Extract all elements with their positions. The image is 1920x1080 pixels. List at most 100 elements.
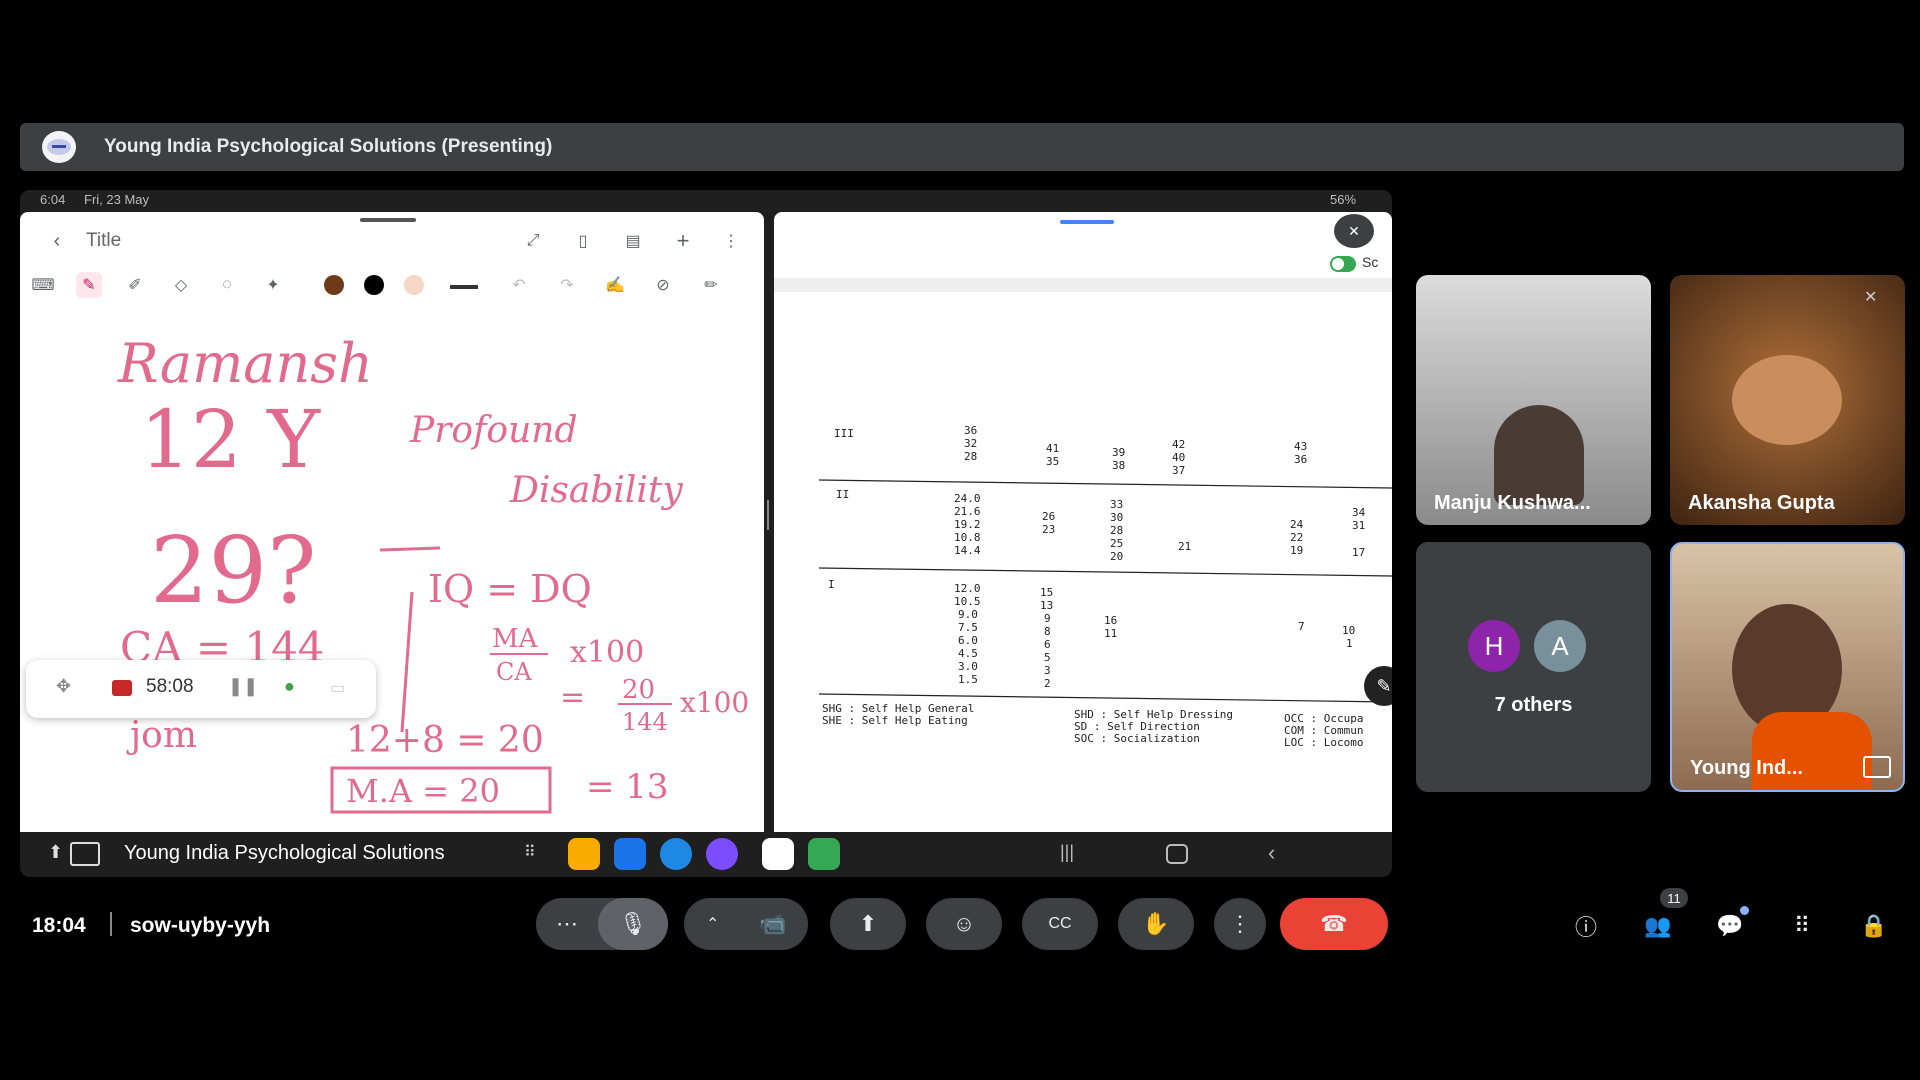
- ink-eq-x100: x100: [680, 686, 749, 719]
- notes-app-pane: ‹ Title ⤢ ▯ ▤ + ⋮ ⌨ ✎ ✐ ◇ ◌ ✦ ↶ ↷ ✍ ⊘ ✏ …: [20, 212, 764, 832]
- participant-silhouette: [1494, 405, 1584, 505]
- eraser-icon[interactable]: ◇: [168, 272, 194, 298]
- people-icon[interactable]: 👥: [1640, 908, 1676, 944]
- captions-icon[interactable]: CC: [1022, 898, 1098, 950]
- book-icon[interactable]: ▯: [570, 228, 596, 254]
- pin-icon[interactable]: ⬆: [48, 842, 63, 863]
- lasso-icon[interactable]: ◌: [214, 272, 240, 298]
- share-screen-small-icon[interactable]: [70, 842, 100, 866]
- color-brown[interactable]: [324, 275, 344, 295]
- svg-text:35: 35: [1046, 455, 1059, 468]
- stop-record-icon[interactable]: [112, 680, 132, 696]
- note-title[interactable]: Title: [86, 230, 121, 252]
- magic-icon[interactable]: ✦: [260, 272, 286, 298]
- shape-tool-icon[interactable]: ⊘: [650, 272, 676, 298]
- end-call-icon[interactable]: ☎: [1280, 898, 1388, 950]
- camera-options-icon[interactable]: ⌃: [706, 914, 719, 934]
- svg-text:36: 36: [1294, 453, 1307, 466]
- play-store-app-icon[interactable]: [762, 838, 794, 870]
- participant-tile-others[interactable]: H A 7 others: [1416, 542, 1651, 792]
- keyboard-icon[interactable]: ⌨: [30, 272, 56, 298]
- back-icon[interactable]: ‹: [1268, 840, 1275, 866]
- undo-icon[interactable]: ↶: [506, 272, 532, 298]
- mic-group: ⋯ 🎙: [536, 898, 668, 950]
- legend-8: LOC : Locomo: [1284, 736, 1363, 749]
- text-tool-icon[interactable]: ✍: [602, 272, 628, 298]
- more-mic-options-icon[interactable]: ⋯: [556, 911, 578, 937]
- drag-handle[interactable]: [360, 218, 416, 222]
- pen-icon[interactable]: ✎: [76, 272, 102, 298]
- camera-icon[interactable]: 📹: [738, 898, 808, 950]
- host-controls-icon[interactable]: 🔒: [1856, 908, 1892, 944]
- pages-icon[interactable]: ▤: [620, 228, 646, 254]
- meeting-code[interactable]: sow-uyby-yyh: [130, 914, 270, 938]
- participant-tile-manju[interactable]: Manju Kushwa...: [1416, 275, 1651, 525]
- svg-text:15: 15: [1040, 586, 1053, 599]
- files-app-icon[interactable]: [568, 838, 600, 870]
- svg-text:9.0: 9.0: [958, 608, 978, 621]
- raise-hand-icon[interactable]: ✋: [1118, 898, 1194, 950]
- mic-icon[interactable]: 🎙: [598, 898, 668, 950]
- svg-text:1: 1: [1346, 637, 1353, 650]
- svg-text:32: 32: [964, 437, 977, 450]
- ink-partial: jom: [126, 715, 197, 756]
- highlighter-icon[interactable]: ✐: [122, 272, 148, 298]
- pip-icon[interactable]: [1863, 756, 1891, 778]
- tablet-status-bar: 6:04 Fri, 23 May 56%: [20, 190, 1392, 210]
- split-divider[interactable]: [765, 500, 771, 530]
- participant-name: Young Ind...: [1690, 757, 1803, 779]
- others-count: 7 others: [1494, 694, 1573, 716]
- pause-icon[interactable]: ❚❚: [228, 676, 258, 697]
- camera-group: ⌃ 📹: [684, 898, 808, 950]
- svg-text:30: 30: [1110, 511, 1123, 524]
- reactions-icon[interactable]: ☺: [926, 898, 1002, 950]
- more-options-icon[interactable]: ⋮: [1214, 898, 1266, 950]
- recents-icon[interactable]: |||: [1060, 842, 1074, 863]
- svg-text:43: 43: [1294, 440, 1307, 453]
- mic-on-icon[interactable]: ●: [284, 676, 295, 697]
- meet-app-icon[interactable]: [808, 838, 840, 870]
- more-icon[interactable]: ⋮: [718, 228, 744, 254]
- svg-text:7.5: 7.5: [958, 621, 978, 634]
- svg-text:5: 5: [1044, 651, 1051, 664]
- tablet-time: 6:04: [40, 192, 66, 207]
- ink-diagnosis-1: Profound: [409, 410, 578, 451]
- present-screen-icon[interactable]: ⬆: [830, 898, 906, 950]
- home-icon[interactable]: [1166, 844, 1188, 864]
- browser-app-icon[interactable]: [706, 838, 738, 870]
- add-icon[interactable]: +: [670, 228, 696, 254]
- svg-text:26: 26: [1042, 510, 1055, 523]
- participant-tile-akansha[interactable]: ✕ Akansha Gupta: [1670, 275, 1905, 525]
- svg-text:28: 28: [964, 450, 977, 463]
- svg-text:16: 16: [1104, 614, 1117, 627]
- chat-notification-dot: [1740, 906, 1749, 915]
- legend-2: SHE : Self Help Eating: [822, 714, 968, 727]
- app-drawer-icon[interactable]: ⠿: [524, 842, 536, 862]
- meeting-info-icon[interactable]: ⓘ: [1568, 908, 1604, 944]
- svg-text:42: 42: [1172, 438, 1185, 451]
- messages-app-icon[interactable]: [660, 838, 692, 870]
- ink-x100: x100: [570, 635, 644, 670]
- pen-settings-icon[interactable]: ✏: [698, 272, 724, 298]
- camera-off-icon[interactable]: ▭: [330, 678, 345, 698]
- svg-text:14.4: 14.4: [954, 544, 981, 557]
- svg-text:37: 37: [1172, 464, 1185, 477]
- svg-text:10.5: 10.5: [954, 595, 981, 608]
- color-peach[interactable]: [404, 275, 424, 295]
- calendar-app-icon[interactable]: [614, 838, 646, 870]
- activities-icon[interactable]: ⠿: [1784, 908, 1820, 944]
- redo-icon[interactable]: ↷: [554, 272, 580, 298]
- svg-text:7: 7: [1298, 620, 1305, 633]
- svg-text:19.2: 19.2: [954, 518, 981, 531]
- color-black[interactable]: [364, 275, 384, 295]
- participant-tile-young-india[interactable]: Young Ind...: [1670, 542, 1905, 792]
- stroke-width-icon[interactable]: [450, 285, 478, 289]
- recorder-timer: 58:08: [146, 676, 194, 697]
- svg-text:10: 10: [1342, 624, 1355, 637]
- handwriting-canvas[interactable]: Ramansh 12 Y Profound Disability 29? IQ …: [20, 302, 764, 832]
- level-label: II: [836, 488, 849, 501]
- tablet-date: Fri, 23 May: [84, 192, 150, 207]
- back-arrow-icon[interactable]: ‹: [44, 228, 70, 254]
- expand-icon[interactable]: ⤢: [520, 228, 546, 254]
- move-icon[interactable]: ✥: [56, 676, 71, 697]
